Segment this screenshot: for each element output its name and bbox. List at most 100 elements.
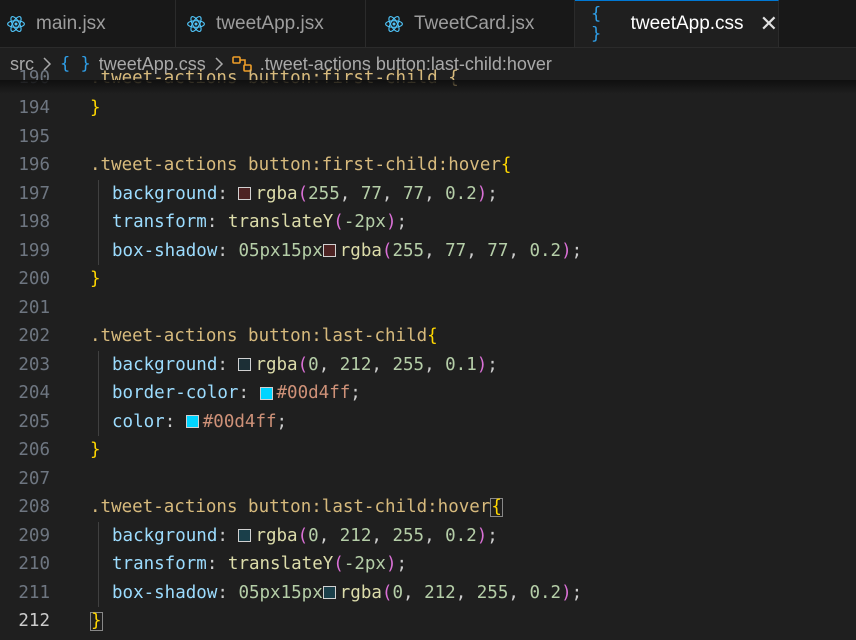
code-line: 211 box-shadow: 0 5px 15px rgba(0, 212, 2… [0,579,856,608]
line-number: 195 [18,126,50,147]
css-arg: -2px [343,554,386,575]
css-selector: .tweet-actions button:first-child:hover [90,155,501,176]
code-text: } [90,440,101,460]
css-property: background [112,525,218,546]
code-text: .tweet-actions button:last-child { [90,326,438,346]
code-line: 210 transform: translateY(-2px); [0,550,856,579]
line-number: 196 [18,155,50,176]
paren-open: ( [297,525,309,546]
code-line: 195 [0,123,856,152]
code-editor[interactable]: 190 .tweet-actions button:first-child { … [0,64,856,640]
css-value: 15px [280,582,323,603]
tab-tweetapp-jsx[interactable]: tweetApp.jsx [176,0,366,47]
css-arg: 77 [445,240,467,261]
color-swatch-icon [322,244,336,258]
line-number: 205 [18,411,50,432]
css-braces-icon: { } [591,4,602,44]
css-arg: 212 [424,582,456,603]
code-text: .tweet-actions button:first-child:hover … [90,155,511,175]
code-line: 202 .tweet-actions button:last-child { [0,322,856,351]
code-text: background: rgba(255, 77, 77, 0.2); [112,184,498,204]
css-value: 0 [238,240,249,261]
paren-close: ) [561,240,572,261]
css-arg: 0.1 [445,354,477,375]
paren-open: ( [297,183,309,204]
semicolon: ; [571,240,583,261]
color-swatch-icon [185,415,199,429]
css-arg: 0 [392,582,403,603]
colon: : [238,383,260,404]
css-hex-value: #00d4ff [202,411,277,432]
code-line: 207 [0,465,856,494]
code-text: } [90,610,103,631]
colon: : [217,240,239,261]
css-arg: 255 [308,183,340,204]
tab-label: TweetCard.jsx [414,12,535,34]
code-text: transform: translateY(-2px); [112,212,407,232]
code-line: 199 box-shadow: 0 5px 15px rgba(255, 77, … [0,237,856,266]
code-line: 212} [0,607,856,636]
colon: : [206,212,228,233]
css-function: rgba [255,354,298,375]
line-number: 199 [18,240,50,261]
react-icon [384,14,404,34]
comma: , [371,525,393,546]
css-arg: 212 [339,525,372,546]
close-icon[interactable]: ✕ [760,11,778,37]
tab-label: main.jsx [36,12,106,34]
semicolon: ; [276,411,288,432]
tab-label: tweetApp.css [630,13,744,34]
line-number: 200 [18,269,50,290]
tab-label: tweetApp.jsx [216,12,324,34]
line-number: 212 [18,611,50,632]
close-brace: } [90,610,103,631]
comma: , [424,354,446,375]
sticky-scroll-shadow [0,80,856,94]
comma: , [318,525,340,546]
code-text: background: rgba(0, 212, 255, 0.1); [112,355,498,375]
comma: , [318,354,340,375]
css-arg: 0.2 [529,582,562,603]
close-brace: } [90,269,101,290]
indent-guide [98,350,99,436]
line-number: 208 [18,497,50,518]
line-number: 209 [18,525,50,546]
comma: , [403,582,425,603]
colon: : [217,354,239,375]
colon: : [206,554,228,575]
color-swatch-icon [238,529,252,543]
colon: : [217,582,239,603]
line-number: 210 [18,554,50,575]
line-number: 198 [18,212,50,233]
css-hex-value: #00d4ff [276,383,351,404]
code-text: border-color: #00d4ff; [112,383,361,403]
colon: : [164,411,186,432]
tab-tweetcard-jsx[interactable]: TweetCard.jsx [366,0,575,47]
css-property: transform [112,212,207,233]
css-arg: 255 [392,240,425,261]
color-swatch-icon [259,386,273,400]
css-value: 0 [238,582,249,603]
tab-tweetapp-css[interactable]: { } tweetApp.css ✕ [575,0,779,47]
comma: , [455,582,477,603]
paren-open: ( [381,582,393,603]
css-arg: 255 [476,582,509,603]
css-selector: .tweet-actions button:last-child [90,326,428,347]
css-arg: 0 [308,525,319,546]
css-property: background [112,183,218,204]
color-swatch-icon [238,358,252,372]
css-arg: 0.2 [445,525,477,546]
line-number: 206 [18,440,50,461]
paren-open: ( [381,240,393,261]
code-text: box-shadow: 0 5px 15px rgba(0, 212, 255,… [112,583,582,603]
css-function: rgba [255,183,298,204]
css-arg: 0 [308,354,319,375]
code-line: 197 background: rgba(255, 77, 77, 0.2); [0,180,856,209]
css-arg: 77 [360,183,382,204]
tab-main-jsx[interactable]: main.jsx [0,0,176,47]
css-arg: 0.2 [445,183,477,204]
open-brace: { [427,326,438,347]
color-swatch-icon [238,187,252,201]
open-brace: { [490,496,503,517]
css-arg: 0.2 [529,240,562,261]
